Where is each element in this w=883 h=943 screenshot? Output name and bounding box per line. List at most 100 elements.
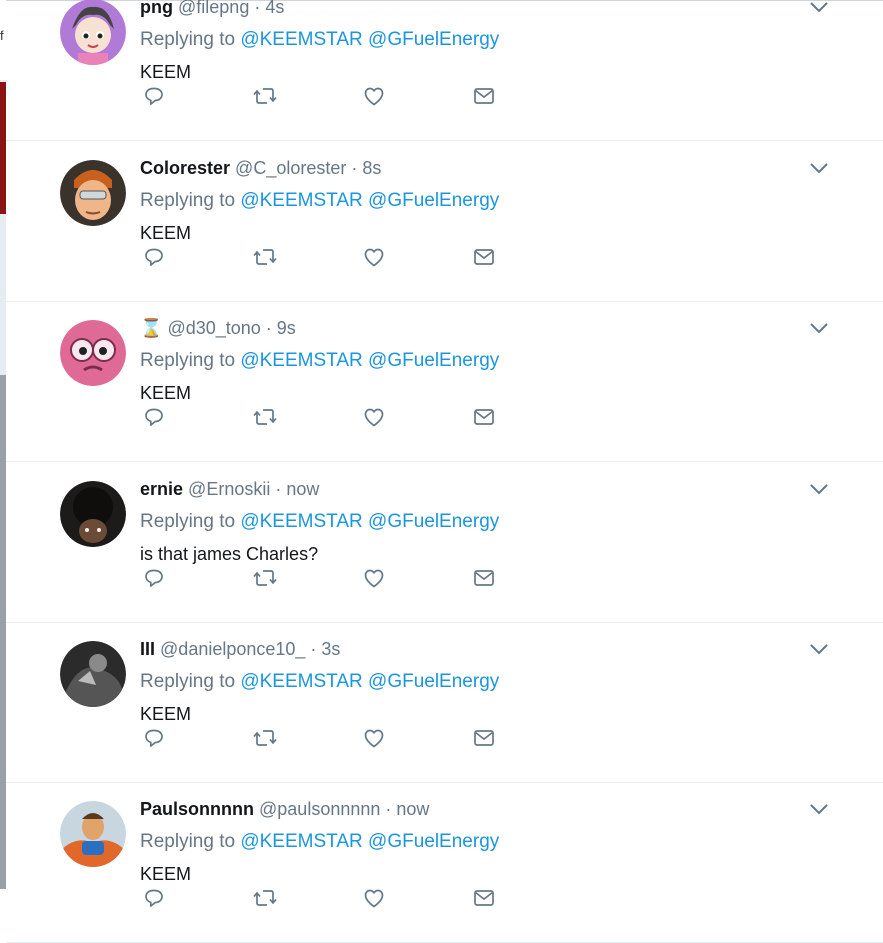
replying-to-label: Replying to: [140, 350, 236, 371]
chevron-down-icon[interactable]: [808, 321, 830, 335]
user-handle[interactable]: @danielponce10_: [160, 639, 305, 659]
mention-link[interactable]: @GFuelEnergy: [368, 190, 499, 211]
replying-to-label: Replying to: [140, 671, 236, 692]
tweet-header: Paulsonnnnn @paulsonnnnn · now: [140, 798, 429, 820]
tweet-text: KEEM: [140, 223, 192, 243]
separator-dot: ·: [260, 318, 277, 338]
display-name[interactable]: png: [140, 0, 173, 17]
tweet-actions: [142, 84, 502, 108]
timestamp[interactable]: now: [396, 799, 429, 819]
retweet-icon[interactable]: [252, 84, 277, 108]
display-name[interactable]: Paulsonnnnn: [140, 799, 254, 819]
user-handle[interactable]: @filepng: [178, 0, 249, 17]
display-name[interactable]: Colorester: [140, 158, 230, 178]
tweet-text: is that james Charles?: [140, 544, 319, 564]
timestamp[interactable]: 4s: [265, 0, 284, 17]
tweet[interactable]: Colorester @C_olorester · 8s Replying to …: [6, 141, 883, 302]
avatar[interactable]: [60, 320, 126, 386]
replying-to-label: Replying to: [140, 511, 236, 532]
separator-dot: ·: [249, 0, 266, 17]
chevron-down-icon[interactable]: [808, 802, 830, 816]
chevron-down-icon[interactable]: [808, 482, 830, 496]
direct-message-icon[interactable]: [472, 886, 496, 910]
separator-dot: ·: [270, 479, 287, 499]
reply-icon[interactable]: [142, 84, 166, 108]
tweet-actions: [142, 886, 502, 910]
mention-link[interactable]: @GFuelEnergy: [368, 511, 499, 532]
direct-message-icon[interactable]: [472, 84, 496, 108]
user-handle[interactable]: @d30_tono: [167, 318, 260, 338]
timestamp[interactable]: 9s: [277, 318, 296, 338]
tweet[interactable]: ernie @Ernoskii · now Replying to @KEEMST…: [6, 462, 883, 623]
direct-message-icon[interactable]: [472, 726, 496, 750]
timestamp[interactable]: 8s: [362, 158, 381, 178]
tweet-header: ernie @Ernoskii · now: [140, 478, 319, 500]
like-icon[interactable]: [362, 566, 386, 590]
replying-to-line: Replying to @KEEMSTAR @GFuelEnergy: [140, 349, 499, 373]
tweet-actions: [142, 405, 502, 429]
replying-to-label: Replying to: [140, 831, 236, 852]
tweet[interactable]: Paulsonnnnn @paulsonnnnn · now Replying t…: [6, 782, 883, 943]
mention-link[interactable]: @GFuelEnergy: [368, 350, 499, 371]
mention-link[interactable]: @KEEMSTAR: [240, 350, 362, 371]
avatar[interactable]: [60, 801, 126, 867]
reply-icon[interactable]: [142, 726, 166, 750]
retweet-icon[interactable]: [252, 566, 277, 590]
reply-icon[interactable]: [142, 566, 166, 590]
chevron-down-icon[interactable]: [808, 161, 830, 175]
timestamp[interactable]: now: [286, 479, 319, 499]
reply-icon[interactable]: [142, 245, 166, 269]
avatar[interactable]: [60, 641, 126, 707]
mention-link[interactable]: @KEEMSTAR: [240, 511, 362, 532]
like-icon[interactable]: [362, 726, 386, 750]
like-icon[interactable]: [362, 886, 386, 910]
mention-link[interactable]: @KEEMSTAR: [240, 29, 362, 50]
display-name[interactable]: III: [140, 639, 155, 659]
avatar[interactable]: [60, 160, 126, 226]
replying-to-label: Replying to: [140, 29, 236, 50]
background-text-fragment: f: [0, 28, 4, 43]
tweet-actions: [142, 566, 502, 590]
avatar[interactable]: [60, 0, 126, 65]
mention-link[interactable]: @KEEMSTAR: [240, 190, 362, 211]
mention-link[interactable]: @KEEMSTAR: [240, 671, 362, 692]
timestamp[interactable]: 3s: [321, 639, 340, 659]
mention-link[interactable]: @GFuelEnergy: [368, 831, 499, 852]
retweet-icon[interactable]: [252, 405, 277, 429]
display-name[interactable]: ernie: [140, 479, 183, 499]
direct-message-icon[interactable]: [472, 245, 496, 269]
like-icon[interactable]: [362, 245, 386, 269]
mention-link[interactable]: @GFuelEnergy: [368, 671, 499, 692]
direct-message-icon[interactable]: [472, 566, 496, 590]
tweet-text: KEEM: [140, 704, 192, 724]
replying-to-line: Replying to @KEEMSTAR @GFuelEnergy: [140, 670, 499, 694]
like-icon[interactable]: [362, 84, 386, 108]
tweet-header: III @danielponce10_ · 3s: [140, 638, 340, 660]
tweet-text: KEEM: [140, 383, 192, 403]
retweet-icon[interactable]: [252, 726, 277, 750]
tweet[interactable]: png @filepng · 4s Replying to @KEEMSTAR @…: [6, 0, 883, 141]
mention-link[interactable]: @KEEMSTAR: [240, 831, 362, 852]
tweet-header: png @filepng · 4s: [140, 0, 284, 18]
direct-message-icon[interactable]: [472, 405, 496, 429]
like-icon[interactable]: [362, 405, 386, 429]
replying-to-line: Replying to @KEEMSTAR @GFuelEnergy: [140, 189, 499, 213]
user-handle[interactable]: @Ernoskii: [188, 479, 270, 499]
mention-link[interactable]: @GFuelEnergy: [368, 29, 499, 50]
replying-to-line: Replying to @KEEMSTAR @GFuelEnergy: [140, 830, 499, 854]
user-handle[interactable]: @paulsonnnnn: [259, 799, 380, 819]
tweet[interactable]: III @danielponce10_ · 3s Replying to @KEE…: [6, 622, 883, 783]
tweet-text: KEEM: [140, 864, 192, 884]
chevron-down-icon[interactable]: [808, 642, 830, 656]
retweet-icon[interactable]: [252, 886, 277, 910]
replying-to-label: Replying to: [140, 190, 236, 211]
user-handle[interactable]: @C_olorester: [235, 158, 346, 178]
retweet-icon[interactable]: [252, 245, 277, 269]
tweet-actions: [142, 245, 502, 269]
tweet[interactable]: ⌛ @d30_tono · 9s Replying to @KEEMSTAR @G…: [6, 301, 883, 462]
reply-icon[interactable]: [142, 886, 166, 910]
chevron-down-icon[interactable]: [808, 0, 830, 14]
avatar[interactable]: [60, 481, 126, 547]
reply-icon[interactable]: [142, 405, 166, 429]
display-name[interactable]: ⌛: [140, 318, 162, 338]
